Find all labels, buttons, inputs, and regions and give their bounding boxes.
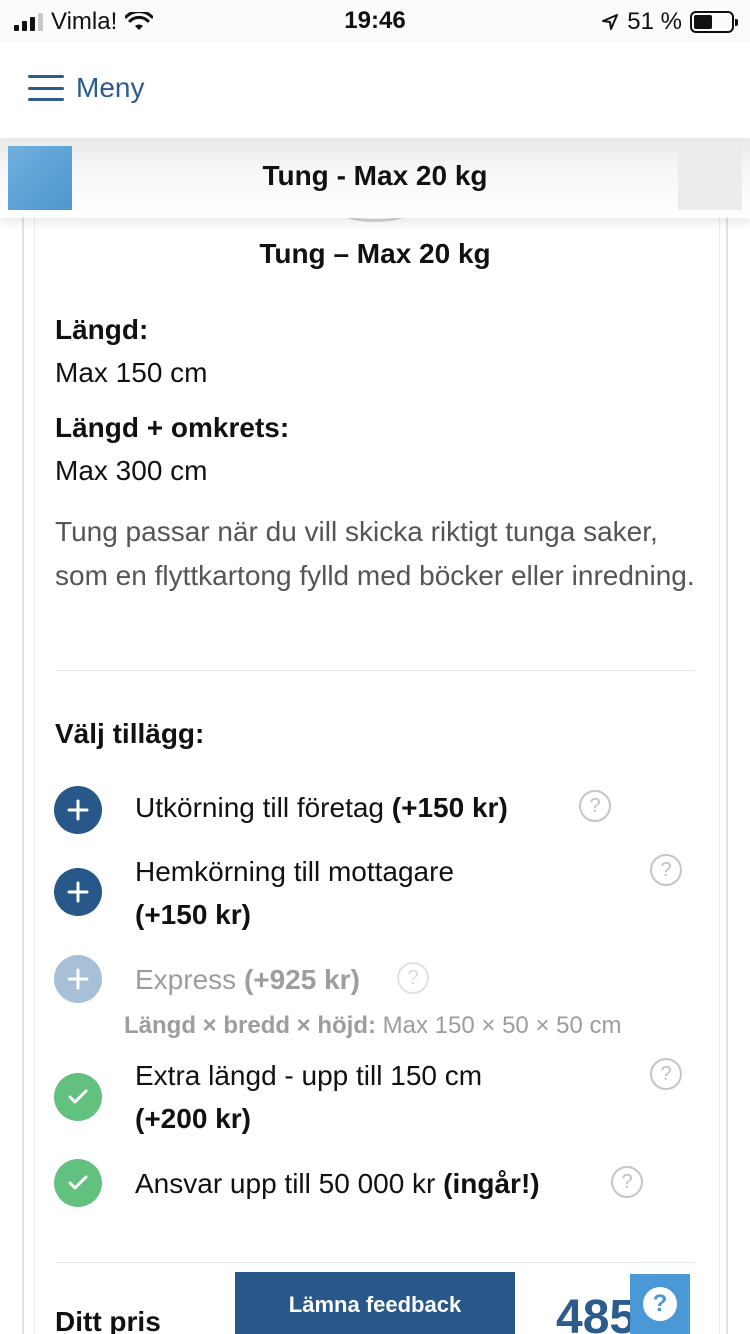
app-header: Meny [0, 42, 750, 138]
help-icon-extra-length[interactable]: ? [650, 1058, 682, 1090]
plus-icon [67, 881, 89, 903]
addon-text: Utkörning till företag [135, 792, 385, 823]
addon-text: Ansvar upp till 50 000 kr [135, 1168, 436, 1199]
addon-selected-liability[interactable] [54, 1159, 102, 1207]
hamburger-icon [28, 75, 64, 101]
battery-icon [690, 11, 738, 33]
addon-add-button-home-delivery[interactable] [54, 868, 102, 916]
price-label: Ditt pris [55, 1306, 161, 1334]
dims-value: Max 150 × 50 × 50 cm [382, 1012, 622, 1039]
help-icon-business-delivery[interactable]: ? [579, 790, 611, 822]
addons-heading: Välj tillägg: [55, 718, 205, 749]
menu-button[interactable]: Meny [28, 72, 144, 104]
addon-add-button-business-delivery[interactable] [54, 786, 102, 834]
battery-fill [694, 15, 713, 29]
divider [55, 670, 695, 671]
help-icon-liability[interactable]: ? [611, 1166, 643, 1198]
question-icon: ? [643, 1287, 677, 1321]
addon-label-home-delivery[interactable]: Hemkörning till mottagare (+150 kr) [135, 850, 605, 936]
plus-icon [67, 968, 89, 990]
addon-price: (+150 kr) [391, 792, 508, 823]
price-divider [55, 1262, 695, 1263]
check-icon [68, 1089, 88, 1104]
addon-price: (+200 kr) [135, 1103, 251, 1134]
product-thumbnail-next[interactable] [678, 146, 742, 210]
help-icon-home-delivery[interactable]: ? [650, 854, 682, 886]
sticky-product-bar: Tung - Max 20 kg [0, 138, 750, 218]
plus-icon [67, 799, 89, 821]
addon-label-extra-length[interactable]: Extra längd - upp till 150 cm (+200 kr) [135, 1054, 605, 1140]
product-description: Tung passar när du vill skicka riktigt t… [55, 516, 695, 591]
addon-price: (ingår!) [443, 1168, 540, 1199]
addon-text: Extra längd - upp till 150 cm [135, 1060, 483, 1091]
addon-price: (+150 kr) [135, 899, 251, 930]
sticky-title: Tung - Max 20 kg [262, 160, 488, 191]
dims-label: Längd × bredd × höjd: [124, 1012, 376, 1039]
addon-label-express[interactable]: Express (+925 kr) [135, 958, 360, 1001]
addon-text: Hemkörning till mottagare [135, 856, 455, 887]
addon-price: (+925 kr) [243, 964, 360, 995]
length-label: Längd: [55, 314, 149, 345]
length-girth-value: Max 300 cm [55, 455, 208, 486]
help-chat-button[interactable]: ? [630, 1274, 690, 1334]
check-icon [68, 1175, 88, 1190]
length-girth-label: Längd + omkrets: [55, 412, 290, 443]
help-icon-express[interactable]: ? [397, 962, 429, 994]
addon-label-liability[interactable]: Ansvar upp till 50 000 kr (ingår!) [135, 1162, 540, 1205]
product-title: Tung – Max 20 kg [259, 238, 491, 269]
length-value: Max 150 cm [55, 357, 208, 388]
addon-add-button-express[interactable] [54, 955, 102, 1003]
express-dimensions: Längd × bredd × höjd: Max 150 × 50 × 50 … [124, 1012, 621, 1040]
addon-selected-extra-length[interactable] [54, 1073, 102, 1121]
location-arrow-icon [602, 14, 619, 30]
addon-text: Express [135, 964, 237, 995]
menu-label: Meny [76, 72, 145, 103]
addon-label-business-delivery[interactable]: Utkörning till företag (+150 kr) [135, 786, 508, 829]
status-bar: Vimla! 19:46 51 % [0, 0, 750, 42]
battery-percent: 51 % [627, 8, 682, 35]
status-right: 51 % [601, 8, 738, 36]
price-value: 485 [556, 1291, 637, 1334]
feedback-button[interactable]: Lämna feedback [235, 1272, 515, 1334]
